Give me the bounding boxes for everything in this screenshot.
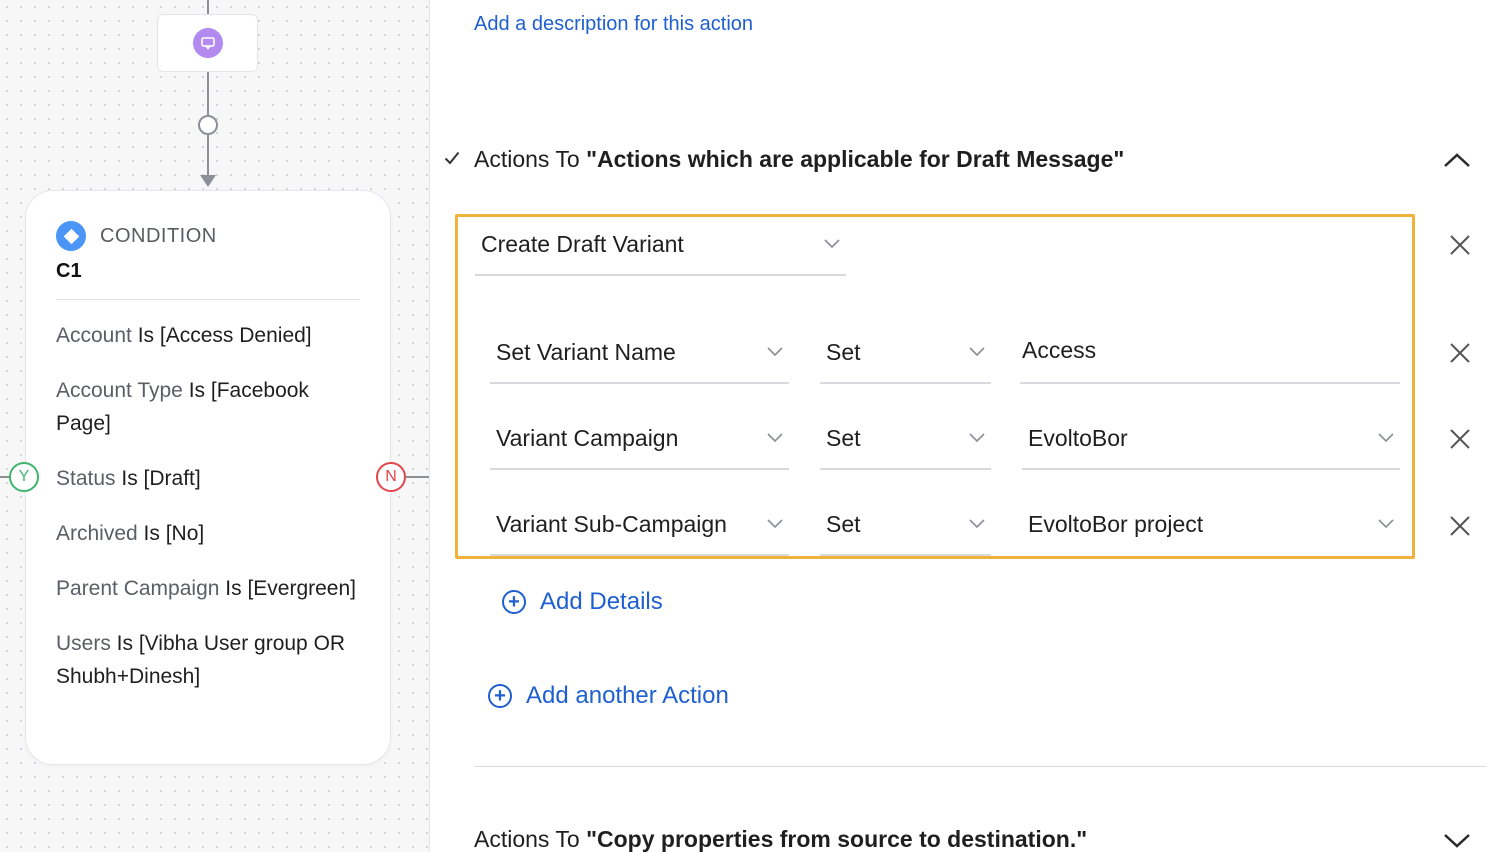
chevron-down-icon [969,519,985,529]
chat-bubble-icon [192,28,223,58]
close-icon[interactable] [1447,340,1473,366]
detail-field-select[interactable]: Variant Campaign [490,408,789,470]
section-prefix: Actions To [474,826,587,852]
chevron-down-icon[interactable] [1440,828,1474,852]
condition-rule: Status Is [Draft] [56,467,201,490]
condition-rule: Parent Campaign Is [Evergreen] [56,577,356,600]
arrow-down-icon [200,175,216,187]
condition-name: C1 [56,260,82,282]
condition-rules: Account Is [Access Denied] Account Type … [56,319,366,715]
section-title: "Actions which are applicable for Draft … [586,146,1125,172]
condition-card[interactable]: CONDITION C1 Account Is [Access Denied] … [25,190,391,765]
chevron-down-icon [767,519,783,529]
add-description-link[interactable]: Add a description for this action [474,13,753,36]
chevron-down-icon [1378,433,1394,443]
action-type-select[interactable]: Create Draft Variant [475,214,846,276]
condition-rule: Archived Is [No] [56,522,205,545]
chevron-up-icon[interactable] [1440,147,1474,173]
chevron-down-icon [1378,519,1394,529]
workflow-canvas[interactable]: CONDITION C1 Account Is [Access Denied] … [0,0,430,852]
branch-yes-handle[interactable]: Y [9,462,39,492]
detail-value-select[interactable]: EvoltoBor project [1022,494,1400,556]
connector-line [207,0,209,14]
detail-operator-select[interactable]: Set [820,408,991,470]
chevron-down-icon [969,433,985,443]
add-node-junction[interactable] [198,115,218,135]
connector-line [406,476,429,478]
section-prefix: Actions To [474,146,587,172]
section-divider [474,766,1486,767]
branch-no-handle[interactable]: N [376,462,406,492]
condition-rule: Users Is [Vibha User group OR Shubh+Dine… [56,632,346,688]
section-title: "Copy properties from source to destinat… [586,826,1088,852]
section-header-copy-properties[interactable]: Actions To "Copy properties from source … [474,826,1087,852]
add-another-action-button[interactable]: + Add another Action [488,682,729,710]
detail-field-select[interactable]: Variant Sub-Campaign [490,494,789,556]
chevron-down-icon [969,347,985,357]
detail-operator-select[interactable]: Set [820,322,991,384]
detail-field-select[interactable]: Set Variant Name [490,322,789,384]
plus-circle-icon: + [502,590,526,614]
chevron-down-icon [767,347,783,357]
condition-rule: Account Is [Access Denied] [56,324,312,347]
condition-type-label: CONDITION [100,224,217,247]
divider [56,299,360,300]
plus-circle-icon: + [488,684,512,708]
detail-value-select[interactable]: EvoltoBor [1022,408,1400,470]
connector-line [207,135,209,177]
detail-operator-select[interactable]: Set [820,494,991,556]
add-details-button[interactable]: + Add Details [502,588,663,616]
connector-line [207,72,209,116]
chevron-down-icon [767,433,783,443]
close-icon[interactable] [1447,426,1473,452]
condition-rule: Account Type Is [Facebook Page] [56,379,309,435]
close-icon[interactable] [1447,513,1473,539]
detail-value-input[interactable]: Access [1020,318,1400,384]
diamond-icon [56,221,86,251]
section-header-draft-actions[interactable]: Actions To "Actions which are applicable… [444,146,1124,173]
close-icon[interactable] [1447,232,1473,258]
chevron-down-icon [824,239,840,249]
check-icon [444,149,474,171]
message-node[interactable] [157,14,258,72]
